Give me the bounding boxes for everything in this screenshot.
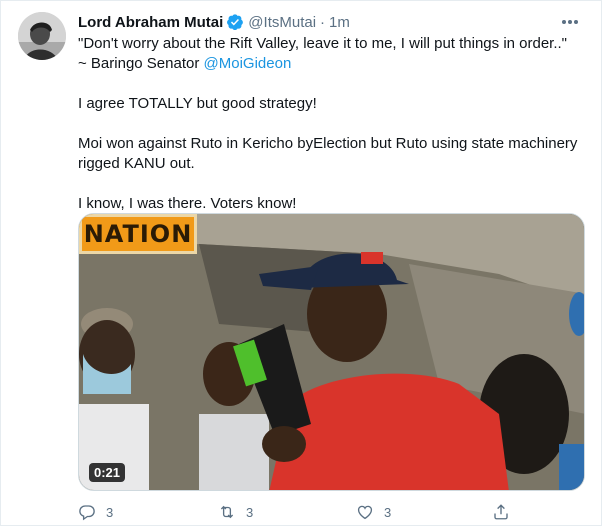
retweet-button[interactable]: 3 xyxy=(218,503,356,521)
tweet-card[interactable]: Lord Abraham Mutai @ItsMutai · 1m "Don't… xyxy=(0,0,602,526)
nation-logo: NATION xyxy=(79,214,197,254)
video-duration: 0:21 xyxy=(89,463,126,482)
more-icon[interactable] xyxy=(559,13,581,31)
reply-button[interactable]: 3 xyxy=(78,503,218,521)
share-icon xyxy=(494,504,508,520)
display-name[interactable]: Lord Abraham Mutai xyxy=(78,14,223,31)
like-button[interactable]: 3 xyxy=(356,503,492,521)
avatar-photo xyxy=(18,12,66,60)
verified-icon xyxy=(226,13,244,31)
reply-count: 3 xyxy=(106,504,114,520)
retweet-icon xyxy=(220,505,234,519)
attribution-line: ~ Baringo Senator @MoiGideon xyxy=(78,54,593,74)
tweet-text: "Don't worry about the Rift Valley, leav… xyxy=(78,34,593,214)
action-bar: 3 3 3 xyxy=(78,501,518,523)
like-count: 3 xyxy=(384,504,392,520)
user-handle[interactable]: @ItsMutai xyxy=(248,14,316,31)
avatar[interactable] xyxy=(18,12,66,60)
paragraph-voters: I know, I was there. Voters know! xyxy=(78,195,297,212)
attribution-prefix: ~ Baringo Senator xyxy=(78,55,204,72)
video-player[interactable]: NATION 0:21 xyxy=(78,213,585,491)
video-frame xyxy=(79,214,584,490)
timestamp[interactable]: 1m xyxy=(329,14,350,31)
share-button[interactable] xyxy=(492,503,510,521)
like-icon xyxy=(357,505,373,520)
separator-dot: · xyxy=(320,13,326,31)
reply-icon xyxy=(79,505,95,521)
mention-link[interactable]: @MoiGideon xyxy=(204,55,292,72)
logo-text: NATION xyxy=(83,220,193,248)
quote-line: "Don't worry about the Rift Valley, leav… xyxy=(78,35,568,52)
paragraph-election: Moi won against Ruto in Kericho byElecti… xyxy=(78,135,578,172)
paragraph-agree: I agree TOTALLY but good strategy! xyxy=(78,95,317,112)
retweet-count: 3 xyxy=(246,504,254,520)
tweet-header: Lord Abraham Mutai @ItsMutai · 1m xyxy=(78,12,583,32)
